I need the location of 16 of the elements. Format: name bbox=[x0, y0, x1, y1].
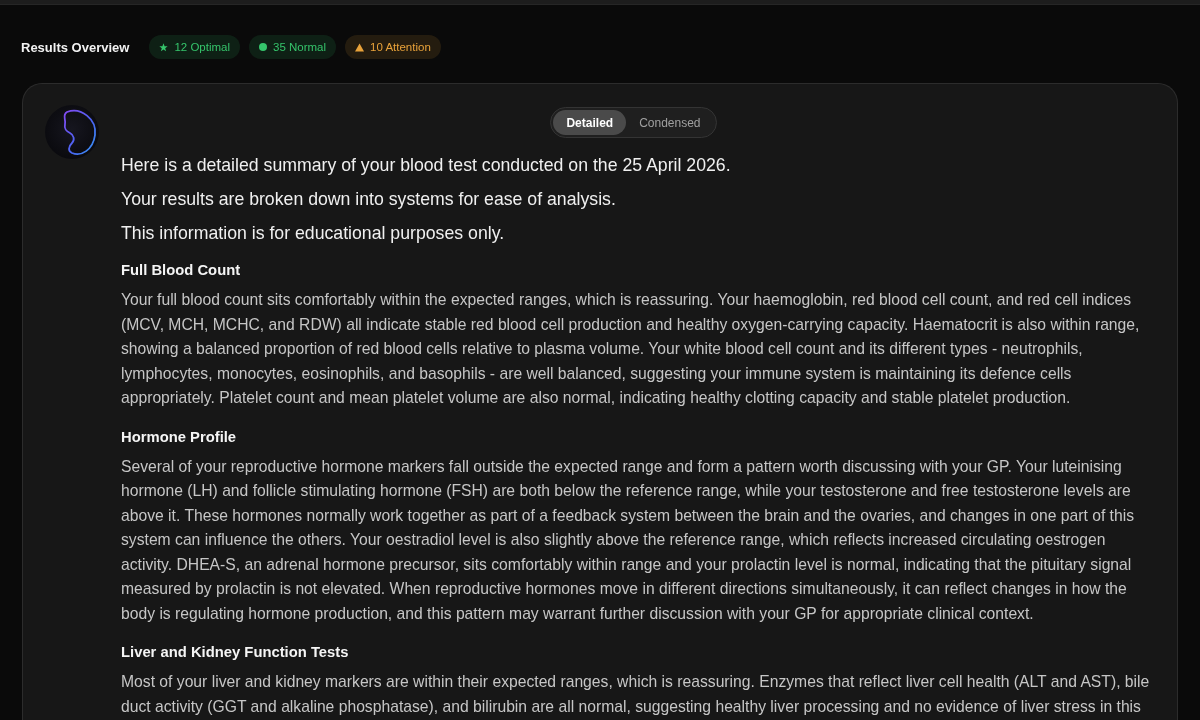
intro-text: Your results are broken down into systems for ease of analysis. bbox=[121, 188, 617, 211]
status-badge: 12 Optimal bbox=[149, 35, 240, 59]
section-heading: Hormone Profile bbox=[121, 427, 238, 447]
intro-text: This information is for educational purposes only. bbox=[121, 222, 506, 245]
results-title: Results Overview bbox=[21, 39, 130, 55]
section-paragraph: Most of your liver and kidney markers are within their expected ranges, which is reassuring. Enzymes that reflect liver cell health (ALT and AST), bile duct activity (GGT and alkaline phosphatase), and bilirubin are all normal, suggesting healthy liver processing and no evidence of liver stress in this bbox=[121, 672, 1151, 717]
view-toggle-tab[interactable]: Condensed bbox=[626, 110, 714, 135]
section-heading: Full Blood Count bbox=[121, 261, 242, 280]
status-badge: 35 Normal bbox=[249, 35, 337, 59]
intro-text: Here is a detailed summary of your blood test conducted on the 25 April 2026. bbox=[121, 154, 732, 177]
section-heading: Liver and Kidney Function Tests bbox=[121, 643, 350, 662]
status-badge: 10 Attention bbox=[345, 35, 441, 59]
avatar-icon bbox=[45, 105, 99, 159]
view-toggle-tab[interactable]: Detailed bbox=[553, 110, 627, 135]
section-paragraph: Several of your reproductive hormone markers fall outside the expected range and form a pattern worth discussing with your GP. Your luteinising hormone (LH) and follicle stimulating hormone (FSH) are both below the reference range, while your testosterone and free testosterone levels are above it. These hormones normally work together as part of a feedback system between the brain and the ovaries, and changes in one part of this system can influence the others. Your oestradiol level is also slightly above the reference range, which reflects increased circulating oestrogen activity. DHEA-S, an adrenal hormone precursor, sits comfortably within range and your prolactin level is normal, indicating that the pituitary signal measured by prolactin is not elevated. When reproductive hormones move in different directions simultaneously, it can reflect changes in how the body is regulating hormone production, and this pattern may warrant further discussion with your GP for appropriate clinical context. bbox=[121, 456, 1135, 624]
section-paragraph: Your full blood count sits comfortably within the expected ranges, which is reassuring. Your haemoglobin, red blood cell count, and red cell indices (MCV, MCH, MCHC, and RDW) all indicate stable red blood cell production and healthy oxygen-carrying capacity. Haematocrit is also within range, showing a balanced proportion of red blood cells relative to plasma volume. Your white blood cell count and its different types - neutrophils, lymphocytes, monocytes, eosinophils, and basophils - are well balanced, suggesting your immune system is maintaining its defence cells appropriately. Platelet count and mean platelet volume are also normal, indicating healthy clotting capacity and stable platelet production. bbox=[121, 290, 1141, 408]
